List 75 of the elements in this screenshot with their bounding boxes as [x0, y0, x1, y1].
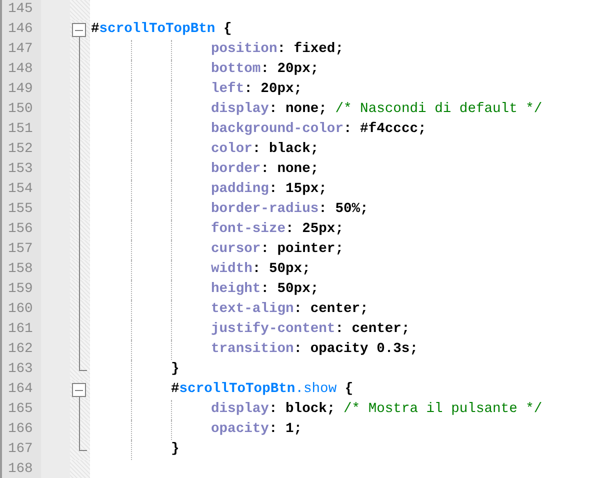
css-value: : none;: [260, 161, 319, 179]
line-number: 150: [8, 101, 33, 119]
code-punctuation: #: [91, 21, 100, 39]
line-number: 164: [8, 381, 33, 399]
css-property: position: [211, 41, 278, 59]
css-property: border: [211, 161, 261, 179]
css-value: : fixed;: [277, 40, 344, 59]
fold-end-line: [79, 360, 87, 371]
line-number: 165: [8, 401, 33, 419]
code-punctuation: {: [344, 381, 354, 399]
line-number: 149: [8, 81, 33, 99]
line-number: 158: [8, 261, 33, 279]
css-value: : #f4cccc;: [343, 120, 426, 139]
line-number: 168: [8, 461, 33, 478]
line-number: 157: [8, 241, 33, 259]
code-punctuation: }: [171, 441, 180, 459]
css-property: cursor: [211, 241, 261, 259]
css-property: font-size: [211, 220, 286, 239]
line-number: 153: [8, 161, 33, 179]
css-property: justify-content: [211, 320, 336, 339]
css-value: : opacity 0.3s;: [294, 341, 418, 359]
css-property: display: [211, 401, 269, 419]
css-value: : 50px;: [260, 281, 319, 299]
css-property: left: [211, 80, 244, 99]
css-value: : black;: [252, 141, 319, 159]
line-number: 161: [8, 321, 33, 339]
css-value: : 50%;: [318, 201, 368, 219]
line-number: 152: [8, 141, 33, 159]
fold-collapse-icon[interactable]: [72, 23, 86, 37]
code-comment: /* Nascondi di default */: [335, 101, 542, 119]
line-number: 154: [8, 181, 33, 199]
css-value: : 20px;: [244, 81, 302, 99]
css-property: border-radius: [211, 201, 319, 219]
line-number: 167: [8, 441, 33, 459]
css-value: : center;: [335, 321, 410, 339]
line-number: 155: [8, 201, 33, 219]
css-property: text-align: [211, 301, 294, 319]
css-property: background-color: [211, 121, 344, 139]
line-number: 145: [8, 1, 33, 19]
code-comment: /* Mostra il pulsante */: [343, 401, 542, 419]
css-property: opacity: [211, 421, 269, 439]
code-punctuation: }: [171, 361, 180, 379]
css-property: transition: [211, 341, 294, 359]
line-number: 162: [8, 341, 33, 359]
code-punctuation: #: [171, 381, 180, 399]
line-number: 163: [8, 361, 33, 379]
line-number: 166: [8, 421, 33, 439]
code-punctuation: {: [222, 21, 232, 39]
css-property: height: [211, 281, 261, 299]
fold-collapse-icon[interactable]: [72, 383, 86, 397]
css-value: : center;: [294, 301, 368, 319]
css-value: : pointer;: [260, 241, 344, 259]
line-number: 151: [8, 121, 33, 139]
css-value: : none;: [268, 101, 328, 119]
line-number: 146: [8, 21, 33, 39]
css-class: .show: [295, 381, 337, 399]
css-value: : block;: [268, 401, 336, 419]
css-value: : 20px;: [260, 61, 319, 79]
css-property: display: [211, 101, 269, 119]
line-number: 147: [8, 41, 33, 59]
css-property: width: [211, 261, 252, 279]
css-property: padding: [211, 181, 269, 199]
fold-end-line: [79, 440, 87, 451]
css-selector: scrollToTopBtn: [179, 381, 296, 399]
line-number: 159: [8, 281, 33, 299]
css-selector: scrollToTopBtn: [99, 21, 216, 39]
css-value: : 50px;: [252, 261, 310, 279]
css-value: : 25px;: [286, 221, 344, 239]
line-number: 160: [8, 301, 33, 319]
line-number: 148: [8, 61, 33, 79]
line-number: 156: [8, 221, 33, 239]
css-property: bottom: [211, 61, 261, 79]
css-property: color: [211, 141, 252, 159]
css-value: : 1;: [268, 421, 302, 439]
css-value: : 15px;: [268, 181, 327, 199]
